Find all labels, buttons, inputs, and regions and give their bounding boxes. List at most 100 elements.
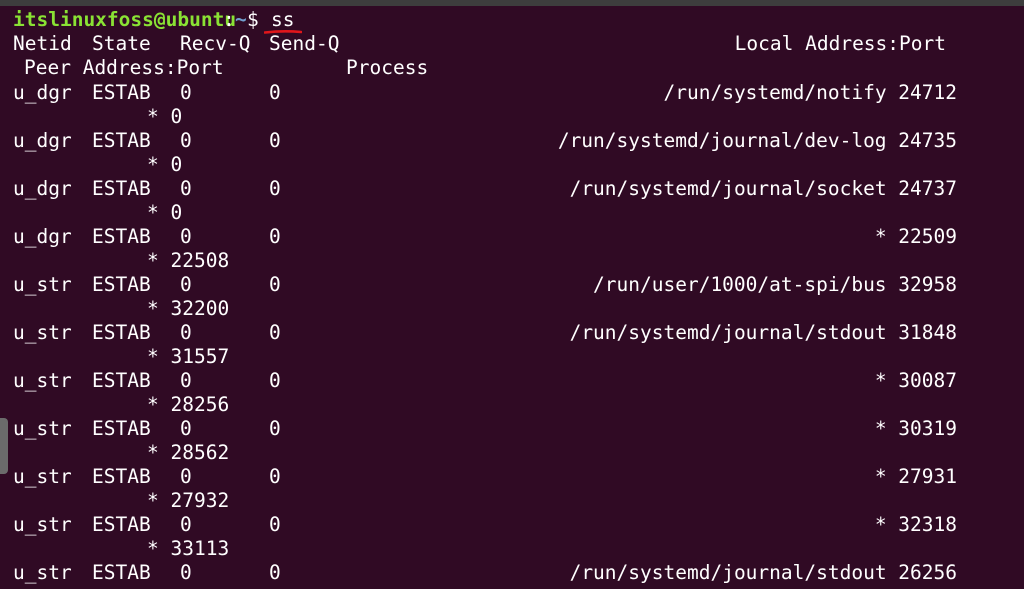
header-netid: Netid [13, 32, 72, 55]
state-cell: ESTAB [92, 177, 151, 200]
header-process: Process [346, 56, 429, 79]
socket-row: u_str ESTAB 0 0 * 30319 [0, 417, 1024, 441]
prompt-separator: : [223, 8, 235, 31]
sendq-cell: 0 [269, 369, 281, 392]
state-cell: ESTAB [92, 129, 151, 152]
socket-row-peer-line: * 28562 [0, 441, 1024, 465]
local-address-cell: * 22509 [874, 225, 957, 248]
socket-row-peer-line: * 28256 [0, 393, 1024, 417]
peer-address-cell: * 28256 [147, 393, 230, 416]
window-top-border [0, 0, 1024, 6]
sendq-cell: 0 [269, 561, 281, 584]
recvq-cell: 0 [180, 225, 192, 248]
recvq-cell: 0 [180, 465, 192, 488]
socket-row-peer-line: * 0 [0, 153, 1024, 177]
netid-cell: u_str [13, 417, 72, 440]
header-state: State [92, 32, 151, 55]
socket-row: u_dgr ESTAB 0 0 * 22509 [0, 225, 1024, 249]
peer-address-cell: * 28562 [147, 441, 230, 464]
local-address-cell: * 27931 [874, 465, 957, 488]
recvq-cell: 0 [180, 81, 192, 104]
peer-address-cell: * 31557 [147, 345, 230, 368]
socket-row-peer-line: * 32200 [0, 297, 1024, 321]
recvq-cell: 0 [180, 129, 192, 152]
state-cell: ESTAB [92, 321, 151, 344]
state-cell: ESTAB [92, 561, 151, 584]
local-address-cell: /run/systemd/journal/stdout 26256 [569, 561, 957, 584]
socket-row-peer-line: * 22508 [0, 249, 1024, 273]
header-local: Local Address:Port [734, 32, 946, 55]
socket-row: u_dgr ESTAB 0 0/run/systemd/notify 24712 [0, 81, 1024, 105]
netid-cell: u_dgr [13, 81, 72, 104]
prompt-path: ~ [235, 8, 247, 31]
prompt-user-host: itslinuxfoss@ubuntu [13, 8, 237, 31]
peer-address-cell: * 32200 [147, 297, 230, 320]
sendq-cell: 0 [269, 273, 281, 296]
prompt-line: itslinuxfoss@ubuntu : ~ $ ss [0, 8, 1024, 32]
sendq-cell: 0 [269, 321, 281, 344]
netid-cell: u_str [13, 561, 72, 584]
recvq-cell: 0 [180, 513, 192, 536]
header-recvq: Recv-Q [180, 32, 251, 55]
state-cell: ESTAB [92, 273, 151, 296]
command-text: ss [271, 8, 295, 31]
recvq-cell: 0 [180, 417, 192, 440]
recvq-cell: 0 [180, 273, 192, 296]
socket-row: u_str ESTAB 0 0/run/systemd/journal/stdout … [0, 321, 1024, 345]
netid-cell: u_str [13, 369, 72, 392]
peer-address-cell: * 0 [147, 105, 183, 128]
peer-address-cell: * 22508 [147, 249, 230, 272]
socket-row-peer-line: * 27932 [0, 489, 1024, 513]
local-address-cell: /run/systemd/journal/socket 24737 [569, 177, 957, 200]
state-cell: ESTAB [92, 417, 151, 440]
recvq-cell: 0 [180, 561, 192, 584]
state-cell: ESTAB [92, 369, 151, 392]
state-cell: ESTAB [92, 465, 151, 488]
recvq-cell: 0 [180, 369, 192, 392]
prompt-symbol: $ [247, 8, 259, 31]
sendq-cell: 0 [269, 129, 281, 152]
column-header-line: Netid State Recv-Q Send-Q Local Address:… [0, 32, 1024, 56]
state-cell: ESTAB [92, 225, 151, 248]
socket-row-peer-line: * 31557 [0, 345, 1024, 369]
socket-row: u_str ESTAB 0 0/run/systemd/journal/stdout … [0, 561, 1024, 585]
header-peer: Peer Address:Port [24, 56, 224, 79]
peer-address-cell: * 27932 [147, 489, 230, 512]
socket-row: u_dgr ESTAB 0 0/run/systemd/journal/socket … [0, 177, 1024, 201]
socket-row: u_dgr ESTAB 0 0/run/systemd/journal/dev-log… [0, 129, 1024, 153]
local-address-cell: /run/user/1000/at-spi/bus 32958 [593, 273, 957, 296]
peer-address-cell: * 33113 [147, 537, 230, 560]
local-address-cell: /run/systemd/journal/stdout 31848 [569, 321, 957, 344]
socket-row: u_str ESTAB 0 0/run/user/1000/at-spi/bus 32… [0, 273, 1024, 297]
local-address-cell: * 30087 [874, 369, 957, 392]
socket-row: u_str ESTAB 0 0 * 30087 [0, 369, 1024, 393]
local-address-cell: * 30319 [874, 417, 957, 440]
recvq-cell: 0 [180, 177, 192, 200]
local-address-cell: /run/systemd/journal/dev-log 24735 [557, 129, 957, 152]
socket-row-peer-line: * 0 [0, 201, 1024, 225]
netid-cell: u_str [13, 321, 72, 344]
peer-address-cell: * 0 [147, 153, 183, 176]
socket-row: u_str ESTAB 0 0 * 32318 [0, 513, 1024, 537]
header-sendq: Send-Q [269, 32, 340, 55]
sendq-cell: 0 [269, 177, 281, 200]
sendq-cell: 0 [269, 81, 281, 104]
local-address-cell: * 32318 [874, 513, 957, 536]
state-cell: ESTAB [92, 81, 151, 104]
peer-address-cell: * 0 [147, 201, 183, 224]
netid-cell: u_dgr [13, 177, 72, 200]
netid-cell: u_dgr [13, 129, 72, 152]
sendq-cell: 0 [269, 513, 281, 536]
socket-row-peer-line: * 33113 [0, 537, 1024, 561]
sendq-cell: 0 [269, 465, 281, 488]
state-cell: ESTAB [92, 513, 151, 536]
netid-cell: u_dgr [13, 225, 72, 248]
socket-row-peer-line [0, 585, 1024, 589]
local-address-cell: /run/systemd/notify 24712 [663, 81, 958, 104]
netid-cell: u_str [13, 513, 72, 536]
sendq-cell: 0 [269, 417, 281, 440]
socket-row: u_str ESTAB 0 0 * 27931 [0, 465, 1024, 489]
netid-cell: u_str [13, 273, 72, 296]
terminal-window[interactable]: itslinuxfoss@ubuntu : ~ $ ss Netid State… [0, 0, 1024, 589]
socket-row-peer-line: * 0 [0, 105, 1024, 129]
